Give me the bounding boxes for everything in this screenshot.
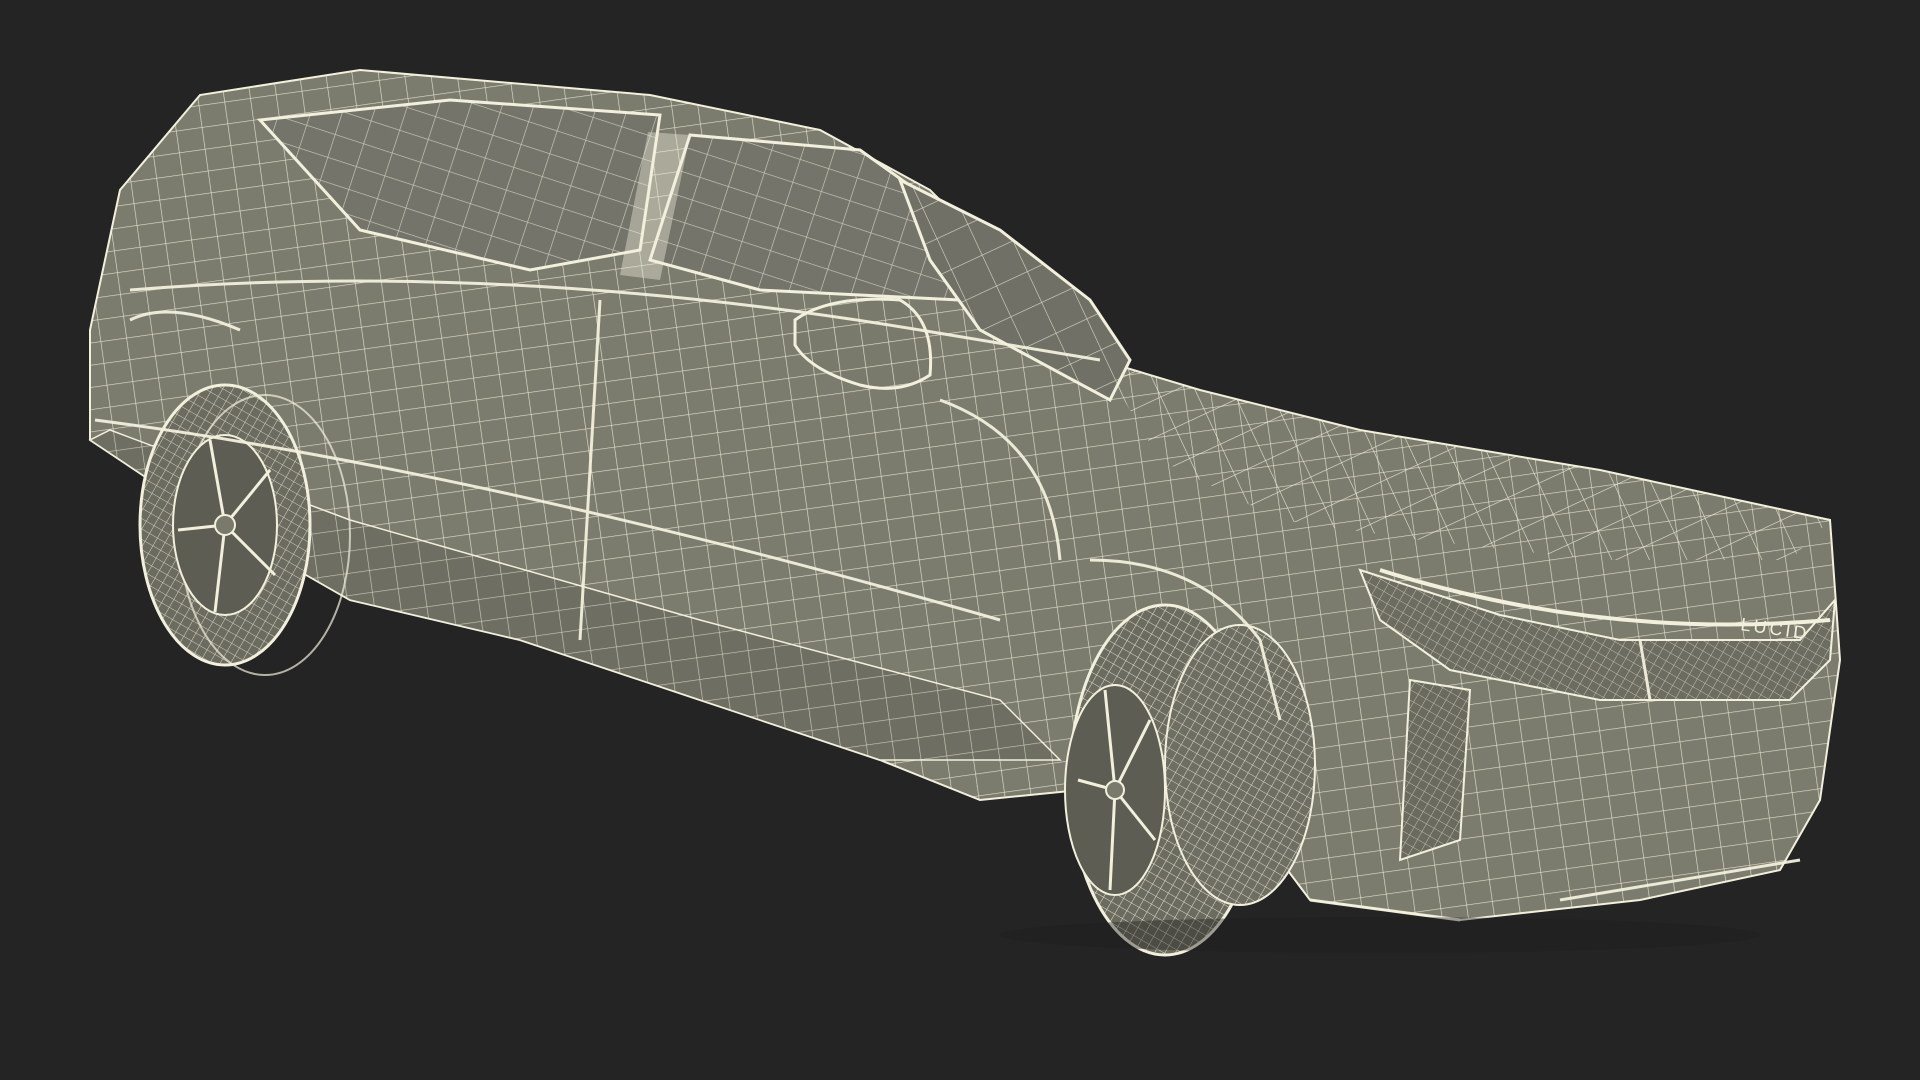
ground-shadow — [1000, 917, 1760, 953]
render-viewport: LUCID — [0, 0, 1920, 1080]
front-wheel — [1064, 603, 1316, 957]
car-wireframe-render: LUCID — [88, 68, 1842, 957]
